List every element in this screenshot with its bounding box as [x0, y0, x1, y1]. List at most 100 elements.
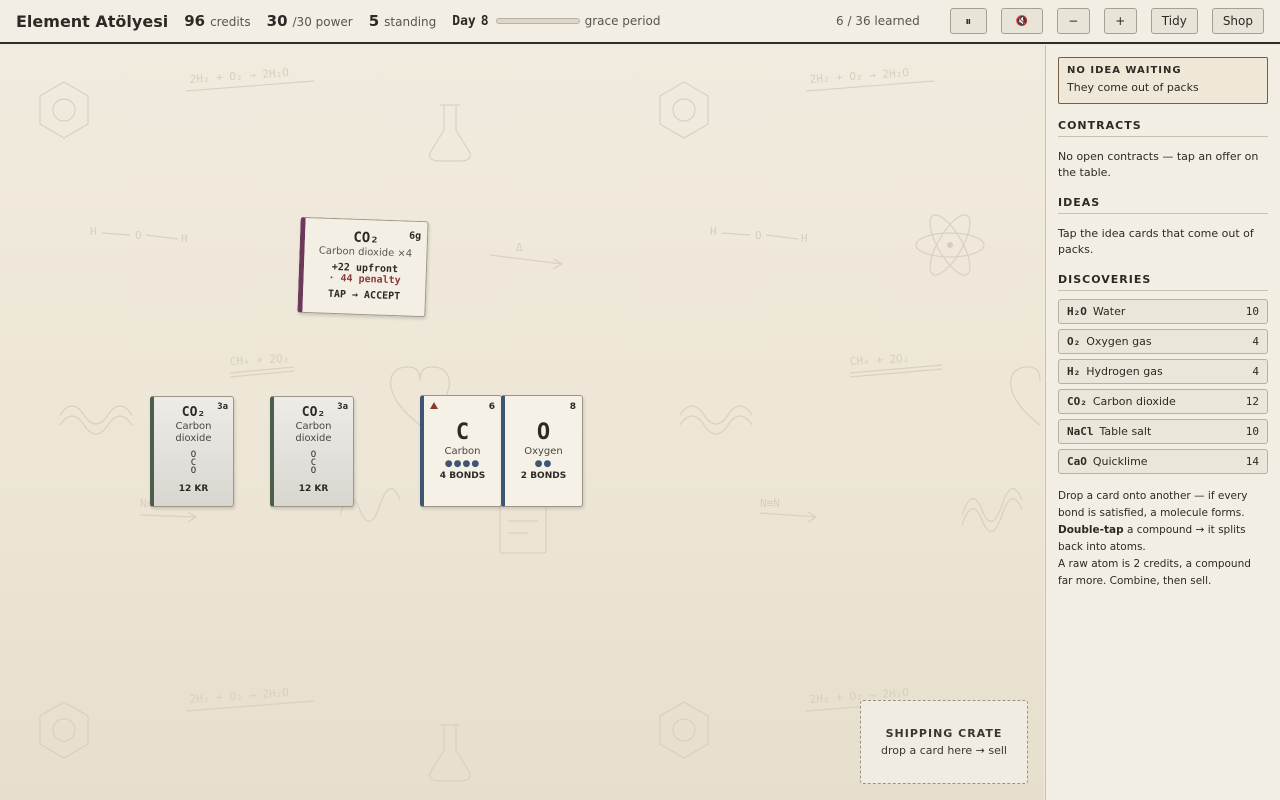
- discovery-item[interactable]: CaO Quicklime 14: [1058, 449, 1268, 474]
- atom-bonds: 4 BONDS: [439, 471, 486, 481]
- bg-hoh-o: O: [755, 229, 762, 242]
- hexagon-icon: [39, 701, 89, 759]
- bg-delta: Δ: [516, 241, 523, 254]
- heart-icon: [1010, 366, 1041, 426]
- atom-card-carbon[interactable]: 6 C Carbon ●●●● 4 BONDS: [420, 395, 502, 507]
- valence-dots: ●●: [534, 459, 553, 469]
- power-label: /30 power: [292, 15, 353, 29]
- bg-hoh-h: H: [710, 225, 717, 238]
- contract-offer-card[interactable]: 6g CO₂ Carbon dioxide ×4 +22 upfront · 4…: [297, 216, 429, 318]
- ring-icon: [52, 98, 76, 122]
- compound-card-co2[interactable]: 3a CO₂ Carbon dioxide OCO 12 KR: [270, 396, 354, 507]
- contracts-text: No open contracts — tap an offer on the …: [1058, 150, 1259, 179]
- zoom-out-button[interactable]: −: [1056, 8, 1090, 34]
- hexagon-icon: [39, 81, 89, 139]
- warning-icon: [430, 402, 438, 409]
- power-stat: 30 /30 power: [267, 12, 353, 30]
- compound-tag: 3a: [337, 402, 348, 412]
- bg-hoh-h: H: [90, 225, 97, 238]
- credits-label: credits: [210, 15, 251, 29]
- top-bar: Element Atölyesi 96 credits 30 /30 power…: [0, 0, 1280, 44]
- arrow-icon: [489, 254, 564, 270]
- discoveries-heading: DISCOVERIES: [1058, 273, 1268, 291]
- discovery-item[interactable]: O₂ Oxygen gas 4: [1058, 329, 1268, 354]
- atom-symbol: O: [536, 420, 551, 445]
- wave-icon: [679, 415, 753, 435]
- learned-count: 6 / 36 learned: [836, 14, 920, 28]
- grace-progress-bar: [495, 18, 580, 24]
- compound-price: 12 KR: [298, 484, 329, 494]
- crate-title: SHIPPING CRATE: [885, 727, 1003, 740]
- shop-button[interactable]: Shop: [1211, 8, 1264, 34]
- day-stat: Day 8 grace period: [452, 14, 660, 29]
- day-value: 8: [480, 13, 489, 29]
- wave-icon: [679, 405, 753, 425]
- game-board[interactable]: 2H₂ + O₂ → 2H₂O 2H₂ + O₂ → 2H₂O 2H₂ + O₂…: [0, 45, 1044, 800]
- ideas-heading: IDEAS: [1058, 196, 1268, 214]
- contract-tag: 6g: [408, 230, 422, 243]
- valence-dots: ●●●●: [444, 459, 481, 469]
- standing-value: 5: [368, 12, 380, 30]
- compound-name: Carbon dioxide: [175, 421, 212, 444]
- compound-card-co2[interactable]: 3a CO₂ Carbon dioxide OCO 12 KR: [150, 396, 234, 507]
- ring-icon: [52, 718, 76, 742]
- standing-stat: 5 standing: [369, 12, 437, 30]
- hexagon-icon: [659, 701, 709, 759]
- clipboard-lines: [508, 520, 538, 534]
- discovery-item[interactable]: CO₂ Carbon dioxide 12: [1058, 389, 1268, 414]
- bg-equation: 2H₂ + O₂ → 2H₂O: [189, 66, 289, 86]
- contracts-heading: CONTRACTS: [1058, 119, 1268, 137]
- discoveries-list: H₂O Water 10 O₂ Oxygen gas 4 H₂ Hydrogen gas 4…: [1058, 299, 1268, 474]
- atom-name: Carbon: [444, 446, 481, 457]
- atomic-number: 6: [488, 402, 495, 412]
- atom-nucleus-icon: [947, 242, 953, 248]
- zoom-in-button[interactable]: +: [1103, 8, 1137, 34]
- credits-stat: 96 credits: [184, 12, 250, 30]
- compound-structure: OCO: [310, 450, 317, 476]
- idea-status-text: They come out of packs: [1067, 81, 1199, 94]
- bg-nitrogen: N≡N: [760, 497, 780, 510]
- crate-subtitle: drop a card here → sell: [881, 744, 1007, 757]
- discovery-item[interactable]: H₂O Water 10: [1058, 299, 1268, 324]
- wave-icon: [59, 405, 133, 425]
- standing-label: standing: [384, 15, 437, 29]
- bg-hoh-o: O: [135, 229, 142, 242]
- shipping-crate-dropzone[interactable]: SHIPPING CRATE drop a card here → sell: [860, 700, 1028, 784]
- bg-equation: 2H₂ + O₂ → 2H₂O: [809, 66, 909, 86]
- power-value: 30: [266, 12, 288, 30]
- atom-card-oxygen[interactable]: 8 O Oxygen ●● 2 BONDS: [501, 395, 583, 507]
- atom-symbol: C: [455, 420, 470, 445]
- ideas-text: Tap the idea cards that come out of pack…: [1058, 227, 1254, 256]
- idea-status-title: NO IDEA WAITING: [1067, 65, 1182, 76]
- compound-price: 12 KR: [178, 484, 209, 494]
- pause-button[interactable]: ⏸: [949, 8, 987, 34]
- bg-equation: CH₄ + 2O₂: [849, 352, 909, 368]
- day-label: Day: [452, 13, 476, 29]
- wave-icon: [961, 498, 1023, 532]
- atom-bonds: 2 BONDS: [520, 471, 567, 481]
- credits-value: 96: [184, 12, 206, 30]
- help-combine: Drop a card onto another — if every bond…: [1058, 490, 1248, 519]
- discovery-item[interactable]: H₂ Hydrogen gas 4: [1058, 359, 1268, 384]
- help-sell: A raw atom is 2 credits, a compound far …: [1058, 558, 1251, 587]
- mute-button[interactable]: 🔇: [1000, 8, 1043, 34]
- help-split: Double-tap a compound → it splits back i…: [1058, 524, 1246, 553]
- hexagon-icon: [659, 81, 709, 139]
- wave-icon: [59, 415, 133, 435]
- help-text: Drop a card onto another — if every bond…: [1058, 488, 1268, 590]
- flask-icon: [429, 104, 471, 162]
- flask-icon: [429, 724, 471, 782]
- tidy-button[interactable]: Tidy: [1150, 8, 1198, 34]
- discovery-item[interactable]: NaCl Table salt 10: [1058, 419, 1268, 444]
- app-title: Element Atölyesi: [16, 11, 169, 31]
- wave-icon: [961, 488, 1023, 522]
- idea-status-box: NO IDEA WAITING They come out of packs: [1058, 57, 1268, 104]
- arrow-icon: [139, 511, 198, 523]
- bg-hoh-h: H: [801, 232, 808, 245]
- compound-tag: 3a: [217, 402, 228, 412]
- grace-label: grace period: [584, 13, 661, 28]
- ring-icon: [672, 718, 696, 742]
- sidebar: NO IDEA WAITING They come out of packs C…: [1045, 45, 1280, 800]
- atomic-number: 8: [569, 402, 576, 412]
- contract-accept-hint: TAP → ACCEPT: [327, 288, 401, 303]
